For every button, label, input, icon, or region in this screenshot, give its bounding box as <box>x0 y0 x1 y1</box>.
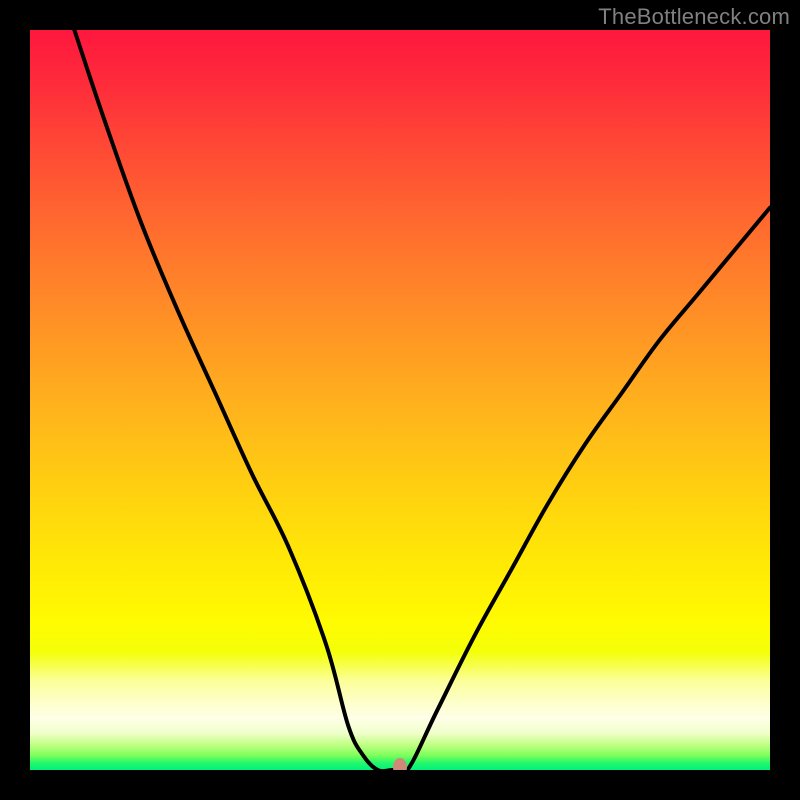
curve-svg <box>30 30 770 770</box>
plot-area <box>30 30 770 770</box>
bottleneck-curve <box>74 30 770 770</box>
attribution-text: TheBottleneck.com <box>598 4 790 30</box>
optimum-marker <box>393 758 407 770</box>
